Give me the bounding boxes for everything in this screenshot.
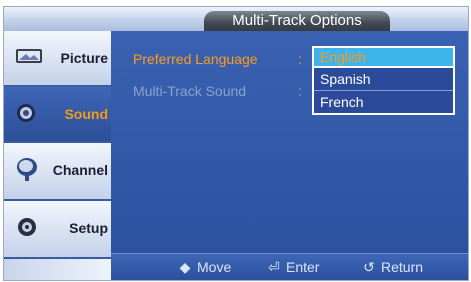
- enter-icon: ⏎: [268, 259, 280, 275]
- return-icon: ↺: [363, 259, 375, 275]
- window-title: Multi-Track Options: [204, 11, 390, 31]
- sound-icon: [14, 99, 46, 127]
- separator: :: [298, 51, 302, 67]
- sidebar: Picture Sound Channel Setup: [4, 31, 111, 280]
- sidebar-item-label: Picture: [60, 50, 108, 66]
- preferred-language-label[interactable]: Preferred Language: [133, 51, 258, 67]
- options-panel: Preferred Language : Multi-Track Sound :…: [111, 31, 468, 253]
- return-hint: ↺ Return: [361, 259, 423, 276]
- footer-hints: ◆ Move ⏎ Enter ↺ Return: [111, 253, 468, 280]
- sidebar-item-label: Setup: [69, 220, 108, 236]
- sidebar-item-sound[interactable]: Sound: [4, 87, 111, 143]
- tv-menu-window: Multi-Track Options Picture Sound Channe…: [3, 6, 469, 281]
- sidebar-item-channel[interactable]: Channel: [4, 143, 111, 201]
- multi-track-sound-label[interactable]: Multi-Track Sound: [133, 83, 246, 99]
- enter-hint: ⏎ Enter: [266, 259, 319, 276]
- sidebar-item-label: Channel: [52, 162, 108, 178]
- sidebar-item-setup[interactable]: Setup: [4, 201, 111, 259]
- title-bar: Multi-Track Options: [4, 7, 468, 31]
- sidebar-item-label: Sound: [64, 106, 108, 122]
- move-hint: ◆ Move: [177, 259, 232, 276]
- setup-icon: [14, 213, 46, 241]
- sidebar-item-picture[interactable]: Picture: [4, 31, 111, 87]
- move-icon: ◆: [179, 259, 191, 275]
- language-dropdown-selected[interactable]: English: [312, 46, 455, 68]
- language-dropdown-list: Spanish French: [312, 68, 455, 115]
- separator: :: [298, 83, 302, 99]
- dropdown-option-french[interactable]: French: [314, 90, 453, 113]
- picture-icon: [14, 43, 46, 71]
- channel-icon: [14, 155, 46, 183]
- dropdown-option-spanish[interactable]: Spanish: [314, 68, 453, 90]
